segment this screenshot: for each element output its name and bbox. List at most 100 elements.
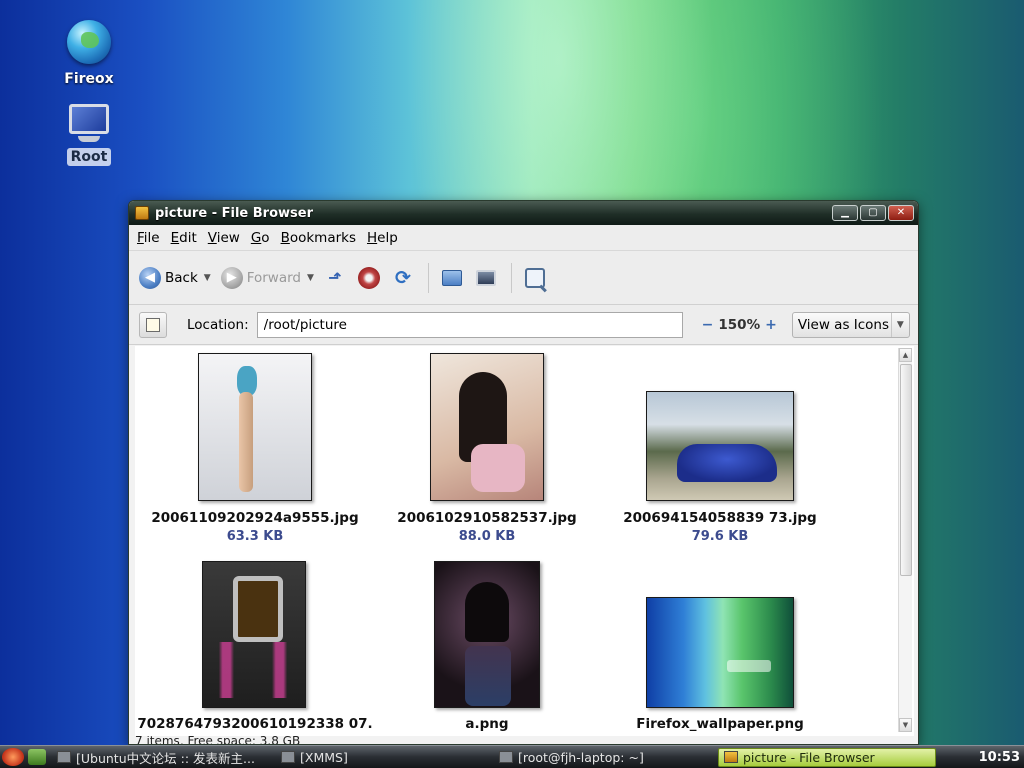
location-bar: Location: − 150% + View as Icons ▼: [129, 305, 918, 345]
search-button[interactable]: [524, 267, 546, 289]
task-button-xmms[interactable]: [XMMS]: [276, 748, 488, 767]
search-icon: [524, 267, 545, 288]
vertical-scrollbar[interactable]: ▲ ▼: [898, 348, 912, 732]
image-thumbnail[interactable]: [646, 597, 794, 708]
file-size: 88.0 KB: [458, 529, 516, 544]
image-thumbnail[interactable]: [434, 561, 540, 708]
view-mode-select[interactable]: View as Icons ▼: [791, 311, 910, 338]
file-browser-window: picture - File Browser ▁ ▢ ✕ File Edit V…: [128, 200, 919, 745]
up-icon[interactable]: ⬏: [324, 267, 346, 289]
zoom-in-icon[interactable]: +: [765, 317, 777, 333]
task-button-file-browser[interactable]: picture - File Browser: [718, 747, 936, 767]
file-name: Firefox_wallpaper.png: [636, 716, 804, 732]
window-title: picture - File Browser: [155, 205, 313, 221]
stop-icon[interactable]: [357, 266, 380, 289]
file-name: 200694154058839 73.jpg: [623, 510, 817, 526]
back-button[interactable]: ◀ Back ▼: [139, 266, 211, 289]
reload-icon[interactable]: ⟳: [392, 267, 414, 289]
icon-view[interactable]: 20061109202924a9555.jpg 63.3 KB 20061029…: [135, 346, 914, 736]
close-button[interactable]: ✕: [888, 205, 914, 221]
toolbar-separator: [427, 262, 429, 293]
toolbar: ◀ Back ▼ ▶ Forward ▼ ⬏ ⟳: [129, 251, 918, 305]
menu-bookmarks[interactable]: Bookmarks: [281, 230, 356, 246]
menu-label: dit: [179, 229, 197, 246]
scroll-up-icon[interactable]: ▲: [899, 348, 912, 362]
back-label: Back: [165, 269, 198, 286]
toggle-location-button[interactable]: [139, 311, 167, 338]
menu-label: ookmarks: [289, 229, 356, 246]
task-button-firefox[interactable]: [Ubuntu中文论坛 :: 发表新主...: [52, 748, 270, 767]
file-name: 7028764793200610192338 07.: [137, 716, 373, 732]
computer-icon: [69, 104, 109, 134]
clock[interactable]: 10:53: [979, 750, 1020, 765]
monitor-stand: [78, 136, 100, 142]
task-label: picture - File Browser: [743, 749, 875, 765]
menu-label: ile: [143, 229, 160, 246]
location-input[interactable]: [256, 311, 683, 338]
menu-file[interactable]: File: [137, 230, 160, 246]
menu-mnemonic: G: [250, 229, 262, 246]
file-name: 20061109202924a9555.jpg: [151, 510, 359, 526]
task-label: [Ubuntu中文论坛 :: 发表新主...: [76, 750, 255, 766]
menu-edit[interactable]: Edit: [171, 230, 197, 246]
location-label: Location:: [187, 316, 249, 333]
desktop-icon-root[interactable]: Root: [59, 104, 119, 166]
zoom-out-icon[interactable]: −: [702, 317, 714, 333]
zoom-level[interactable]: 150%: [718, 317, 760, 333]
toolbar-separator: [510, 262, 512, 293]
arrow-left-icon: ◀: [139, 266, 161, 289]
menu-bar: File Edit View Go Bookmarks Help: [129, 225, 918, 251]
menu-view[interactable]: View: [208, 230, 240, 246]
forward-label: Forward: [246, 269, 301, 286]
view-mode-label: View as Icons: [797, 316, 890, 333]
taskbar: [Ubuntu中文论坛 :: 发表新主... [XMMS] [root@fjh-…: [0, 745, 1024, 768]
arrow-right-icon: ▶: [220, 266, 243, 289]
home-icon: [441, 269, 462, 286]
app-icon: [281, 751, 295, 763]
app-icon: [57, 751, 71, 763]
image-thumbnail[interactable]: [646, 391, 794, 501]
quick-launch-icon[interactable]: [28, 749, 46, 765]
menu-label: iew: [216, 229, 240, 246]
chevron-down-icon: ▼: [890, 312, 909, 337]
file-name: a.png: [465, 716, 509, 732]
image-thumbnail[interactable]: [202, 561, 306, 708]
status-bar: 7 items, Free space: 3.8 GB: [135, 736, 914, 745]
forward-button[interactable]: ▶ Forward ▼: [220, 266, 314, 289]
scrollbar-thumb[interactable]: [900, 364, 912, 576]
image-thumbnail[interactable]: [198, 353, 312, 501]
folder-icon: [724, 751, 738, 763]
chevron-down-icon[interactable]: ▼: [307, 273, 314, 283]
menu-label: elp: [377, 229, 398, 246]
home-button[interactable]: [441, 267, 463, 289]
menu-mnemonic: E: [170, 229, 180, 246]
desktop-icon-fireox[interactable]: Fireox: [59, 20, 119, 88]
menu-mnemonic: V: [207, 229, 217, 246]
zoom-control: − 150% +: [697, 317, 782, 333]
image-thumbnail[interactable]: [430, 353, 544, 501]
menu-mnemonic: F: [137, 229, 144, 246]
minimize-button[interactable]: ▁: [832, 205, 858, 221]
menu-go[interactable]: Go: [251, 230, 270, 246]
task-label: [root@fjh-laptop: ~]: [518, 749, 644, 765]
desktop-icon-label: Fireox: [64, 71, 114, 87]
menu-help[interactable]: Help: [367, 230, 398, 246]
maximize-button[interactable]: ▢: [860, 205, 886, 221]
terminal-icon: [499, 751, 513, 763]
chevron-down-icon[interactable]: ▼: [204, 273, 211, 283]
status-text: 7 items, Free space: 3.8 GB: [135, 736, 301, 745]
task-button-terminal[interactable]: [root@fjh-laptop: ~]: [494, 748, 712, 767]
desktop-icon-label: Root: [66, 148, 112, 166]
menu-label: o: [261, 229, 270, 246]
edit-icon: [146, 317, 160, 332]
file-name: 2006102910582537.jpg: [397, 510, 577, 526]
file-size: 63.3 KB: [226, 529, 284, 544]
title-bar[interactable]: picture - File Browser ▁ ▢ ✕: [129, 201, 918, 225]
menu-mnemonic: B: [280, 229, 290, 246]
computer-icon: [475, 269, 496, 286]
start-menu-icon[interactable]: [2, 748, 24, 766]
file-size: 79.6 KB: [691, 529, 749, 544]
computer-button[interactable]: [475, 267, 497, 289]
scroll-down-icon[interactable]: ▼: [899, 718, 912, 732]
folder-icon: [135, 206, 149, 220]
